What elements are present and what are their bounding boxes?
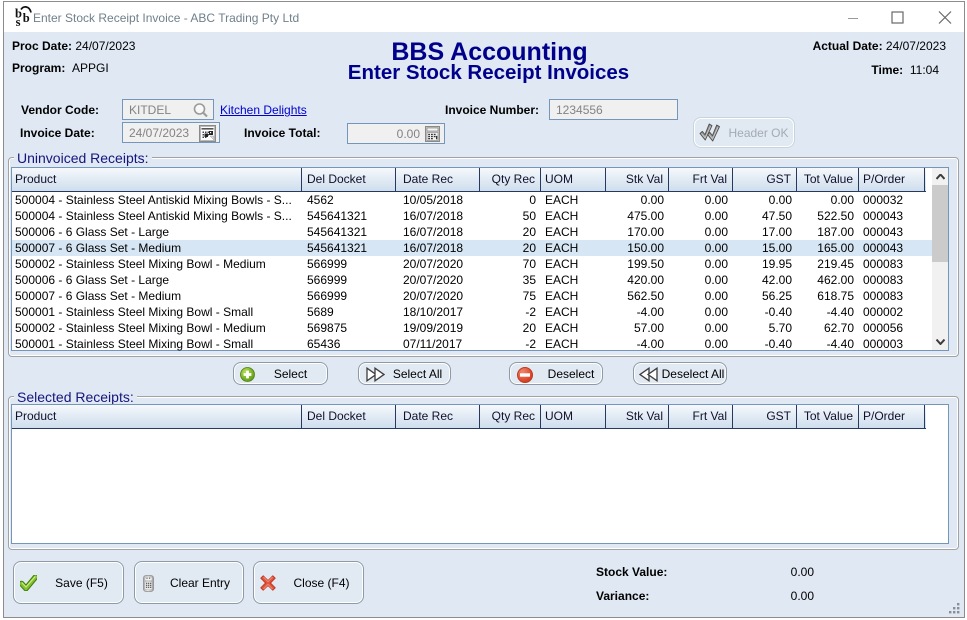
svg-text:s: s bbox=[16, 15, 21, 27]
svg-text:b: b bbox=[23, 11, 30, 25]
